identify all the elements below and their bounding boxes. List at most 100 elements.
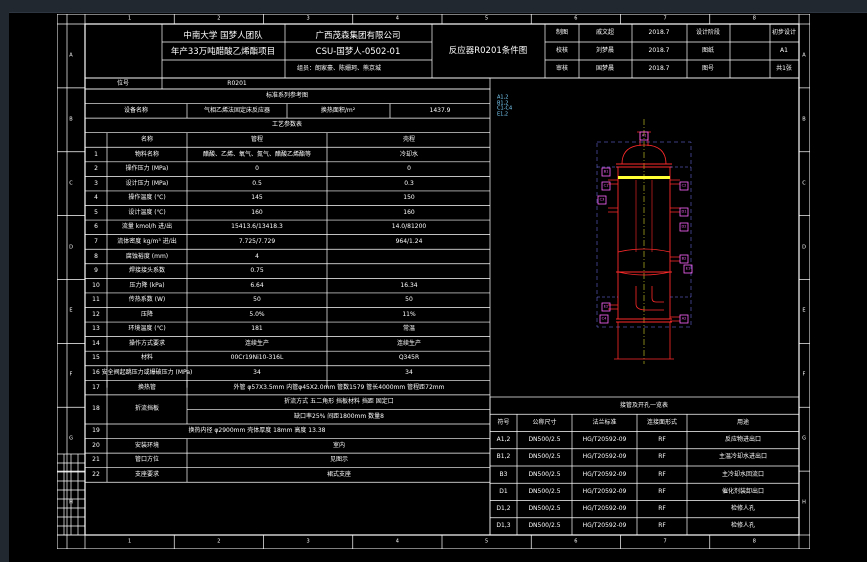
nozzle-cell-sym: D1,3	[496, 522, 511, 530]
role-date: 2018.7	[648, 65, 670, 72]
row17-value: 外管 φ57X3.5mm 内管φ45X2.0mm 管数1579 管长4000mm…	[233, 383, 445, 391]
row-tube: 160	[251, 208, 263, 216]
col-number-top: 1	[128, 15, 132, 22]
row-no: 20	[92, 441, 100, 449]
side-nozzle	[670, 256, 680, 262]
nozzle-mark-label: D1	[681, 209, 687, 214]
row-shell: Q345R	[398, 354, 420, 362]
col-number-bottom: 7	[663, 538, 667, 545]
nozzle-cell-size: DN500/2.5	[528, 487, 561, 495]
meta-value: 共1张	[776, 65, 792, 72]
row-letter-left: D	[69, 244, 73, 251]
meta-label: 图号	[701, 65, 715, 72]
row-name: 操作温度 (℃)	[128, 194, 166, 202]
position-label: 位号	[116, 80, 130, 87]
row-shell: 常温	[402, 325, 416, 333]
nozzle-cell-face: RF	[658, 505, 666, 513]
row-shell: 34	[405, 369, 413, 377]
table-header: 标准系列参考图	[265, 92, 309, 100]
row-no: 18	[92, 405, 100, 413]
nozzle-cell-use: 主冷却水回流口	[721, 470, 765, 478]
title-team: 组员：朗家豪、陈姗珂、熊京城	[297, 65, 382, 72]
row-no: 19	[92, 427, 100, 435]
col-header-name: 名称	[140, 135, 154, 143]
row-tube: 0.5	[252, 179, 262, 187]
col-number-top: 6	[574, 15, 578, 22]
row-name: 压力降 (kPa)	[129, 281, 165, 289]
nozzle-cell-size: DN500/2.5	[528, 522, 561, 530]
title-drawing-title: 反应器R0201条件图	[448, 45, 528, 56]
row-tube: 34	[253, 369, 261, 377]
drawing-lines	[57, 14, 810, 549]
nozzle-cell-face: RF	[658, 487, 666, 495]
row-no: 10	[92, 281, 100, 289]
col-number-top: 3	[306, 15, 310, 22]
row-tube: 连续生产	[244, 339, 270, 347]
row-shell: 50	[405, 296, 413, 304]
col-header-tube: 管程	[250, 135, 264, 143]
row-name: 支座要求	[134, 470, 160, 478]
col-number-top: 8	[752, 15, 756, 22]
row-name: 安全阀起跳压力或爆破压力 (MPa)	[101, 369, 193, 377]
row-name: 环境温度 (℃)	[128, 325, 166, 333]
side-nozzle	[608, 304, 618, 310]
nozzle-cell-std: HG/T20592-09	[582, 453, 627, 461]
row-no: 14	[92, 339, 100, 347]
row-name: 管口方位	[134, 456, 160, 464]
row-shell: 11%	[402, 310, 416, 318]
col-number-top: 7	[663, 15, 667, 22]
row-name: 设计压力 (MPa)	[125, 179, 169, 187]
row-shell: 16.34	[400, 281, 418, 289]
row-name: 操作方式要求	[128, 339, 166, 347]
frame-rect	[84, 77, 491, 90]
nozzle-cell-size: DN500/2.5	[528, 453, 561, 461]
row-shell: 964/1.24	[395, 237, 423, 245]
legend-item: E1,2	[497, 111, 509, 117]
row-letter-right: E	[802, 307, 806, 314]
row-letter-left: C	[69, 180, 73, 187]
title-university: 中南大学 国梦人团队	[183, 30, 263, 41]
row-shell: 0	[407, 165, 411, 173]
row18-line1: 折流方式 五二角形 挡板材料 挡距 固定口	[284, 398, 394, 406]
row-tube: 4	[255, 252, 259, 260]
cad-sidebar	[0, 12, 9, 562]
row-letter-right: D	[802, 244, 806, 251]
row-tube: 181	[251, 325, 263, 333]
row-tube: 50	[253, 296, 261, 304]
drawing-sheet[interactable]: 1 1 2 2 3 3 4 4 5 5 6 6 7 7 8 8 A A B B C C D D E E F F G G H H 中南大学 国梦人…	[57, 14, 810, 549]
row-no: 3	[94, 179, 98, 187]
nozzle-cell-use: 催化剂装卸出口	[721, 487, 765, 495]
col-number-bottom: 3	[306, 538, 310, 545]
nozzle-cell-face: RF	[658, 453, 666, 461]
nozzle-cell-std: HG/T20592-09	[582, 505, 627, 513]
row-no: 21	[92, 456, 100, 464]
col-number-bottom: 2	[217, 538, 221, 545]
nozzle-cell-std: HG/T20592-09	[582, 487, 627, 495]
row-name: 安装环境	[134, 441, 160, 449]
row18-line2: 缺口率25% 间距1800mm 数量8	[294, 412, 384, 420]
row-name: 腐蚀裕度 (mm)	[125, 252, 169, 260]
catalyst-bed	[618, 176, 670, 179]
nozzle-cell-sym: B1,2	[496, 453, 511, 461]
row-shell: 160	[403, 208, 415, 216]
nozzle-mark-label: C1	[603, 183, 609, 188]
row-tube: 醋酸、乙烯、氧气、氮气、醋酸乙烯酯等	[202, 150, 312, 158]
row-letter-left: B	[69, 116, 73, 123]
role-label: 制图	[555, 29, 569, 36]
row-letter-right: G	[802, 435, 806, 442]
role-name: 戚文超	[595, 29, 615, 36]
row-tube: 7.725/7.729	[238, 237, 276, 245]
row-no: 11	[92, 296, 100, 304]
outlet-elbow	[635, 286, 664, 311]
row-tube: 0.75	[250, 267, 264, 275]
nozzle-cell-use: 检修人孔	[730, 522, 756, 530]
outer-border	[57, 14, 810, 549]
role-date: 2018.7	[648, 47, 670, 54]
nozzle-cell-sym: D1	[499, 487, 508, 495]
area-label: 换热面积/m²	[320, 106, 356, 114]
nozzle-cell-use: 检修人孔	[730, 505, 756, 513]
row-value: 室内	[332, 441, 346, 449]
nozzle-cell-std: HG/T20592-09	[582, 522, 627, 530]
row-name: 折流挡板	[134, 405, 160, 413]
row-value: 见图示	[329, 456, 349, 464]
